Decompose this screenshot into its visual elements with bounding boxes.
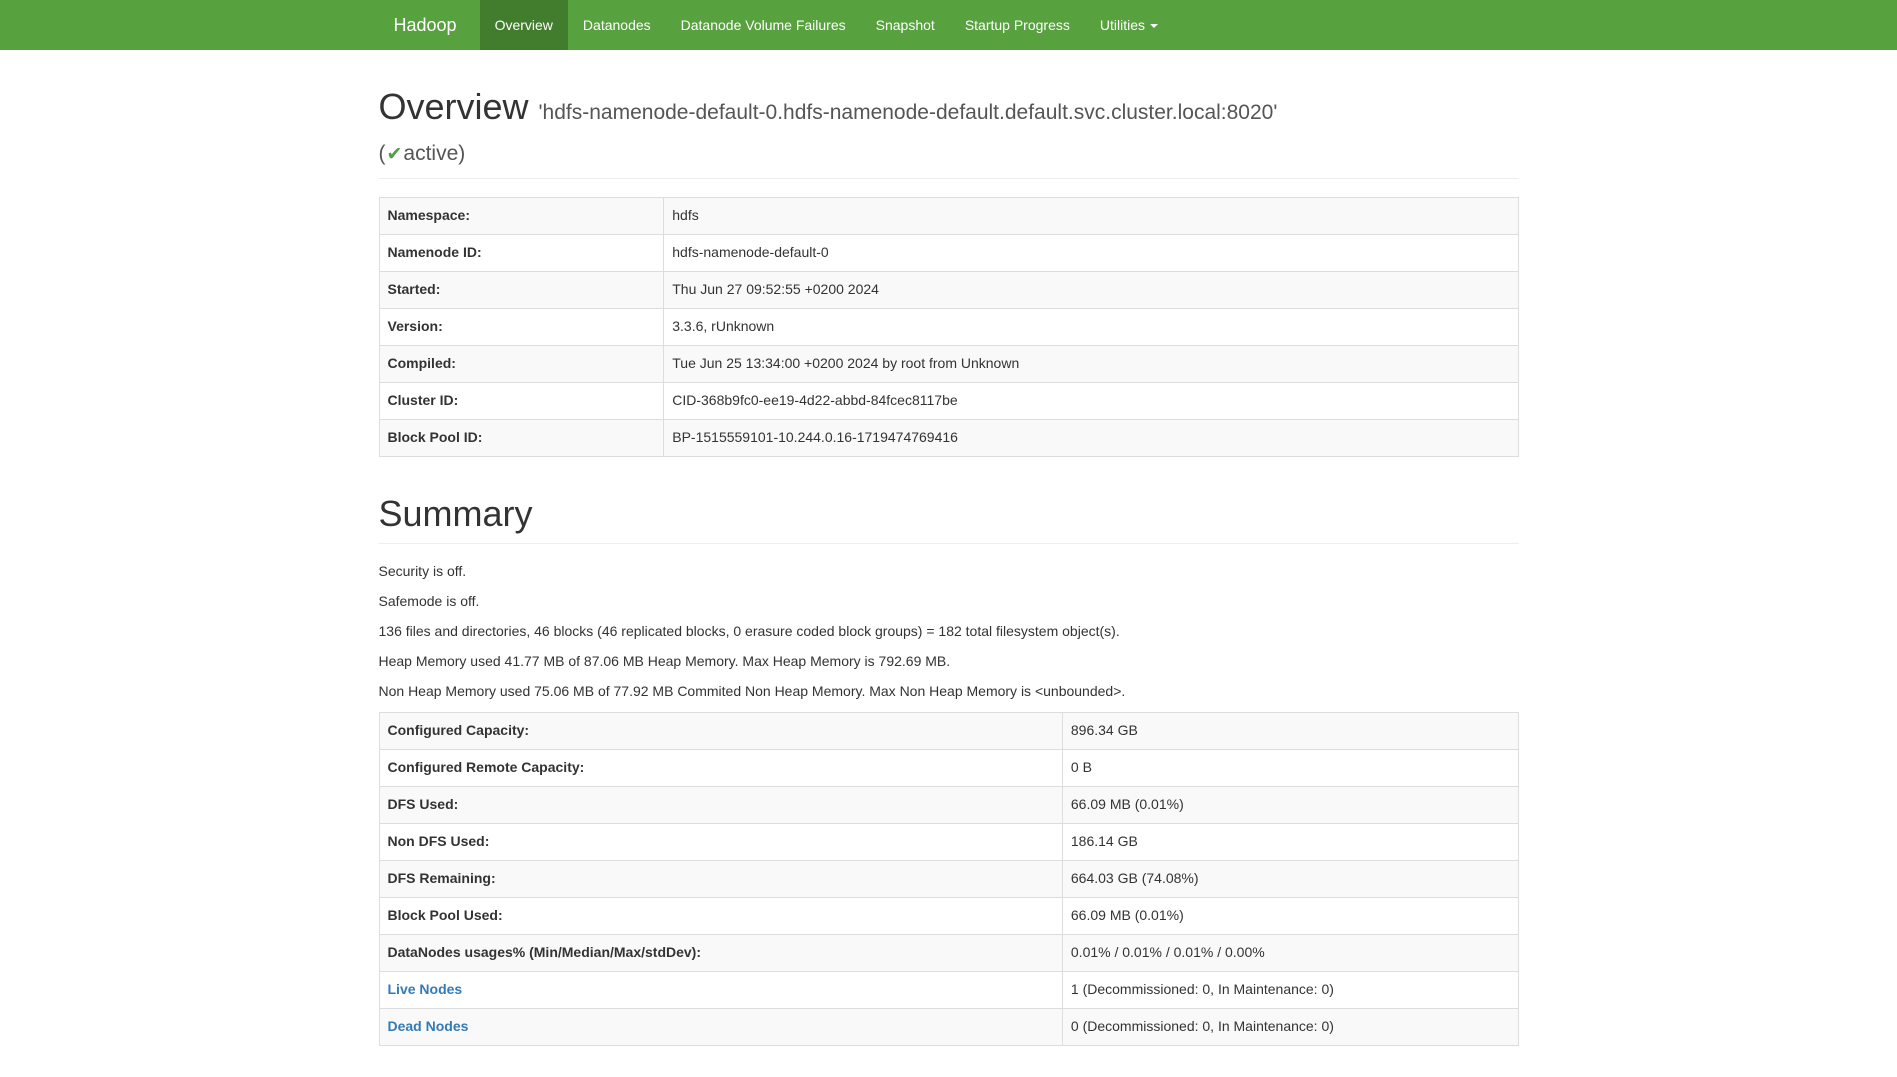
nav-item-utilities: Utilities: [1085, 0, 1173, 50]
row-value: BP-1515559101-10.244.0.16-1719474769416: [664, 419, 1518, 456]
brand-hadoop[interactable]: Hadoop: [379, 0, 472, 50]
table-row: DFS Used: 66.09 MB (0.01%): [379, 786, 1518, 823]
live-nodes-link[interactable]: Live Nodes: [388, 981, 463, 997]
nav-item-overview: Overview: [480, 0, 568, 50]
cluster-info-table: Namespace: hdfs Namenode ID: hdfs-nameno…: [379, 197, 1519, 457]
row-label: DFS Used:: [379, 786, 1062, 823]
summary-title: Summary: [379, 493, 1519, 534]
nav-startup-progress-link[interactable]: Startup Progress: [950, 0, 1085, 50]
row-label: Namespace:: [379, 197, 664, 234]
security-status: Security is off.: [379, 562, 1519, 582]
nav-snapshot-link[interactable]: Snapshot: [861, 0, 950, 50]
page-title: Overview 'hdfs-namenode-default-0.hdfs-n…: [379, 86, 1519, 169]
row-value: 0 B: [1062, 749, 1518, 786]
nav-item-datanodes: Datanodes: [568, 0, 666, 50]
row-label: Version:: [379, 308, 664, 345]
table-row: Non DFS Used: 186.14 GB: [379, 823, 1518, 860]
nav-item-snapshot: Snapshot: [861, 0, 950, 50]
caret-down-icon: [1150, 24, 1158, 28]
filesystem-objects: 136 files and directories, 46 blocks (46…: [379, 622, 1519, 642]
namenode-status: (✔active): [379, 142, 466, 165]
row-value: 896.34 GB: [1062, 712, 1518, 749]
main-nav: Overview Datanodes Datanode Volume Failu…: [480, 0, 1173, 50]
row-label: Configured Capacity:: [379, 712, 1062, 749]
table-row: Started: Thu Jun 27 09:52:55 +0200 2024: [379, 271, 1518, 308]
table-row: Configured Remote Capacity: 0 B: [379, 749, 1518, 786]
table-row: Dead Nodes 0 (Decommissioned: 0, In Main…: [379, 1008, 1518, 1045]
table-row: DataNodes usages% (Min/Median/Max/stdDev…: [379, 934, 1518, 971]
row-value: hdfs: [664, 197, 1518, 234]
row-value: Thu Jun 27 09:52:55 +0200 2024: [664, 271, 1518, 308]
table-row: DFS Remaining: 664.03 GB (74.08%): [379, 860, 1518, 897]
nav-item-datanode-volume-failures: Datanode Volume Failures: [666, 0, 861, 50]
row-label: DataNodes usages% (Min/Median/Max/stdDev…: [379, 934, 1062, 971]
row-label: Live Nodes: [379, 971, 1062, 1008]
table-row: Cluster ID: CID-368b9fc0-ee19-4d22-abbd-…: [379, 382, 1518, 419]
non-heap-memory: Non Heap Memory used 75.06 MB of 77.92 M…: [379, 682, 1519, 702]
capacity-summary-table: Configured Capacity: 896.34 GB Configure…: [379, 712, 1519, 1046]
row-label: Non DFS Used:: [379, 823, 1062, 860]
row-label: Started:: [379, 271, 664, 308]
page-title-text: Overview: [379, 86, 529, 127]
table-row: Block Pool Used: 66.09 MB (0.01%): [379, 897, 1518, 934]
nav-utilities-label: Utilities: [1100, 17, 1145, 33]
namenode-address: 'hdfs-namenode-default-0.hdfs-namenode-d…: [539, 101, 1278, 124]
overview-page-header: Overview 'hdfs-namenode-default-0.hdfs-n…: [379, 86, 1519, 179]
check-ok-icon: ✔: [386, 144, 404, 165]
status-text: active): [403, 142, 465, 165]
row-value: 0 (Decommissioned: 0, In Maintenance: 0): [1062, 1008, 1518, 1045]
table-row: Configured Capacity: 896.34 GB: [379, 712, 1518, 749]
row-value: CID-368b9fc0-ee19-4d22-abbd-84fcec8117be: [664, 382, 1518, 419]
row-label: Compiled:: [379, 345, 664, 382]
row-label: Namenode ID:: [379, 234, 664, 271]
table-row: Compiled: Tue Jun 25 13:34:00 +0200 2024…: [379, 345, 1518, 382]
main-content: Overview 'hdfs-namenode-default-0.hdfs-n…: [364, 86, 1534, 1046]
row-value: 66.09 MB (0.01%): [1062, 897, 1518, 934]
nav-utilities-dropdown[interactable]: Utilities: [1085, 0, 1173, 50]
table-row: Live Nodes 1 (Decommissioned: 0, In Main…: [379, 971, 1518, 1008]
row-value: 1 (Decommissioned: 0, In Maintenance: 0): [1062, 971, 1518, 1008]
row-value: 186.14 GB: [1062, 823, 1518, 860]
row-label: Configured Remote Capacity:: [379, 749, 1062, 786]
summary-page-header: Summary: [379, 493, 1519, 544]
table-row: Namenode ID: hdfs-namenode-default-0: [379, 234, 1518, 271]
dead-nodes-link[interactable]: Dead Nodes: [388, 1018, 469, 1034]
table-row: Version: 3.3.6, rUnknown: [379, 308, 1518, 345]
row-label: Dead Nodes: [379, 1008, 1062, 1045]
row-value: 664.03 GB (74.08%): [1062, 860, 1518, 897]
row-value: 3.3.6, rUnknown: [664, 308, 1518, 345]
safemode-status: Safemode is off.: [379, 592, 1519, 612]
nav-datanodes-link[interactable]: Datanodes: [568, 0, 666, 50]
heap-memory: Heap Memory used 41.77 MB of 87.06 MB He…: [379, 652, 1519, 672]
summary-text-block: Security is off. Safemode is off. 136 fi…: [379, 562, 1519, 702]
row-label: Block Pool ID:: [379, 419, 664, 456]
nav-overview-link[interactable]: Overview: [480, 0, 568, 50]
row-value: hdfs-namenode-default-0: [664, 234, 1518, 271]
row-value: 66.09 MB (0.01%): [1062, 786, 1518, 823]
row-label: DFS Remaining:: [379, 860, 1062, 897]
top-navbar: Hadoop Overview Datanodes Datanode Volum…: [0, 0, 1897, 50]
row-value: Tue Jun 25 13:34:00 +0200 2024 by root f…: [664, 345, 1518, 382]
nav-item-startup-progress: Startup Progress: [950, 0, 1085, 50]
status-paren: (: [379, 142, 386, 165]
row-value: 0.01% / 0.01% / 0.01% / 0.00%: [1062, 934, 1518, 971]
row-label: Block Pool Used:: [379, 897, 1062, 934]
table-row: Namespace: hdfs: [379, 197, 1518, 234]
nav-datanode-volume-failures-link[interactable]: Datanode Volume Failures: [666, 0, 861, 50]
row-label: Cluster ID:: [379, 382, 664, 419]
table-row: Block Pool ID: BP-1515559101-10.244.0.16…: [379, 419, 1518, 456]
